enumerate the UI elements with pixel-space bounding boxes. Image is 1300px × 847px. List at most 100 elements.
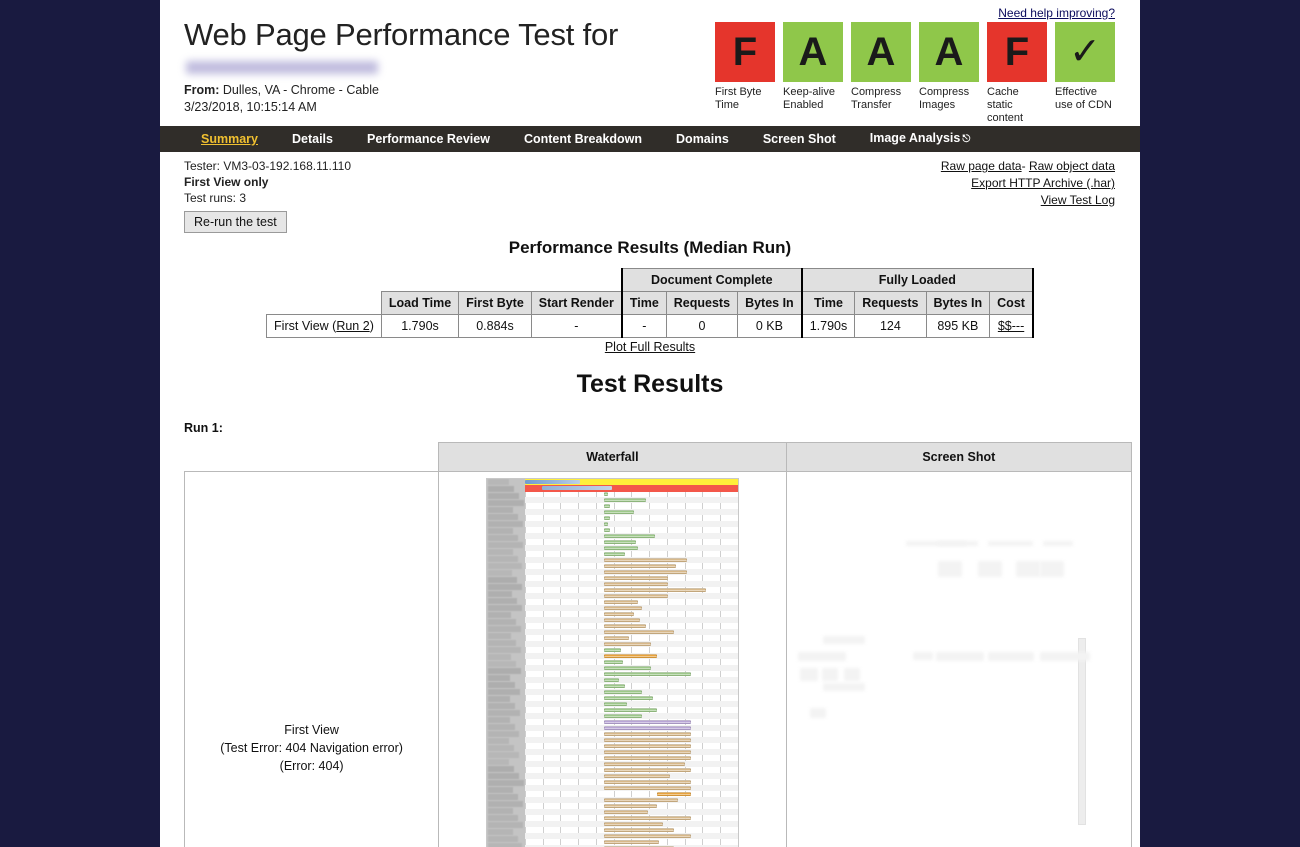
- nav-item-domains[interactable]: Domains: [659, 126, 746, 152]
- waterfall-request-label: [487, 724, 515, 731]
- waterfall-request-label: [487, 493, 519, 500]
- waterfall-chart[interactable]: [485, 478, 739, 847]
- grade-box-checkmark-icon: ✓: [1055, 22, 1115, 82]
- spacer-cell: [266, 291, 382, 315]
- view-test-log-link[interactable]: View Test Log: [1041, 193, 1115, 207]
- waterfall-request-label: [487, 745, 515, 752]
- screenshot-scrollbar[interactable]: [1078, 638, 1086, 825]
- page-screenshot-thumbnail[interactable]: [787, 473, 1130, 838]
- group-header-fully-loaded: Fully Loaded: [801, 268, 1034, 292]
- screenshot-ghost-block: [1039, 652, 1090, 661]
- run-2-link[interactable]: Run 2: [336, 319, 369, 333]
- table-column-header-row: Load Time First Byte Start Render Time R…: [266, 291, 1034, 315]
- nav-item-content-breakdown[interactable]: Content Breakdown: [507, 126, 659, 152]
- waterfall-request-label: [487, 738, 510, 745]
- table-group-header-row: Document Complete Fully Loaded: [266, 268, 1034, 292]
- performance-results-title: Performance Results (Median Run): [508, 238, 792, 257]
- waterfall-bar-js: [603, 648, 621, 652]
- waterfall-bar-js: [603, 714, 643, 718]
- waterfall-gridline: [738, 479, 739, 847]
- value-dc-time: -: [620, 314, 667, 338]
- waterfall-cell[interactable]: [438, 471, 787, 847]
- waterfall-request-label: [487, 563, 523, 570]
- waterfall-bar-css: [603, 594, 668, 598]
- col-dc-bytes-in: Bytes In: [737, 291, 803, 315]
- raw-page-data-link[interactable]: Raw page data: [941, 159, 1022, 173]
- waterfall-bar-css: [603, 828, 674, 832]
- waterfall-request-label: [487, 486, 514, 493]
- plot-full-results-link[interactable]: Plot Full Results: [605, 340, 695, 354]
- first-view-test-error: (Test Error: 404 Navigation error): [220, 741, 403, 755]
- waterfall-bar-css: [603, 636, 630, 640]
- waterfall-bar-css: [603, 570, 687, 574]
- table-row: First View (Run 2) 1.790s 0.884s - - 0 0…: [266, 314, 1034, 338]
- waterfall-bar-js: [603, 708, 657, 712]
- waterfall-request-label: [487, 542, 523, 549]
- waterfall-bar-css: [603, 588, 706, 592]
- waterfall-request-label: [487, 787, 514, 794]
- run-label: Run 1:: [184, 421, 223, 435]
- waterfall-bar-js: [603, 528, 611, 532]
- waterfall-request-label: [487, 682, 516, 689]
- waterfall-bar-css: [603, 576, 668, 580]
- export-har-link[interactable]: Export HTTP Archive (.har): [971, 176, 1115, 190]
- cost-link[interactable]: $$---: [998, 319, 1024, 333]
- header-waterfall: Waterfall: [438, 442, 787, 472]
- waterfall-request-label: [487, 528, 513, 535]
- waterfall-request-labels: [486, 479, 525, 847]
- value-fl-bytes-in: 895 KB: [925, 314, 991, 338]
- value-first-byte: 0.884s: [458, 314, 532, 338]
- redacted-url: [186, 61, 378, 74]
- table-row: First View (Test Error: 404 Navigation e…: [183, 471, 1133, 847]
- grade-box-letter: F: [987, 22, 1047, 82]
- waterfall-request-label: [487, 577, 518, 584]
- waterfall-bar-css: [603, 606, 643, 610]
- page-header: Need help improving? F First Byte Time A…: [160, 0, 1140, 126]
- page-content: Need help improving? F First Byte Time A…: [160, 0, 1140, 847]
- grade-first-byte-time[interactable]: F First Byte Time: [715, 22, 775, 125]
- group-header-document-complete: Document Complete: [620, 268, 803, 292]
- grade-compress-transfer[interactable]: A Compress Transfer: [851, 22, 911, 125]
- raw-object-data-link[interactable]: Raw object data: [1029, 159, 1115, 173]
- waterfall-bars: [524, 479, 738, 847]
- grade-compress-images[interactable]: A Compress Images: [919, 22, 979, 125]
- waterfall-bar-html: [524, 480, 581, 484]
- waterfall-bar-css: [603, 816, 692, 820]
- grade-keep-alive-enabled[interactable]: A Keep-alive Enabled: [783, 22, 843, 125]
- waterfall-request-label: [487, 696, 510, 703]
- nav-item-details[interactable]: Details: [275, 126, 350, 152]
- waterfall-bar-css: [603, 822, 664, 826]
- waterfall-bar-js: [603, 510, 634, 514]
- value-load-time: 1.790s: [380, 314, 460, 338]
- link-separator: -: [1021, 159, 1026, 173]
- grade-effective-use-of-cdn[interactable]: ✓ Effective use of CDN: [1055, 22, 1115, 125]
- col-fl-time: Time: [801, 291, 856, 315]
- value-cost: $$---: [989, 314, 1034, 338]
- rerun-test-button[interactable]: Re-run the test: [184, 211, 287, 233]
- value-fl-requests: 124: [854, 314, 927, 338]
- nav-item-performance-review[interactable]: Performance Review: [350, 126, 507, 152]
- screenshot-ghost-block: [987, 541, 1033, 546]
- nav-item-summary[interactable]: Summary: [184, 126, 275, 152]
- waterfall-bar-js: [603, 522, 608, 526]
- waterfall-request-label: [487, 843, 523, 847]
- screenshot-ghost-block: [977, 561, 1002, 577]
- waterfall-bar-css: [603, 582, 668, 586]
- screenshot-cell[interactable]: [785, 471, 1133, 847]
- screenshot-ghost-block: [987, 652, 1034, 661]
- waterfall-bar-css: [603, 732, 692, 736]
- screenshot-ghost-block: [1039, 561, 1064, 577]
- nav-item-image-analysis[interactable]: Image Analysis ⎋: [853, 125, 987, 153]
- screenshot-ghost-block: [1042, 541, 1073, 546]
- grade-cache-static-content[interactable]: F Cache static content: [987, 22, 1047, 125]
- waterfall-request-label: [487, 619, 517, 626]
- waterfall-bar-js: [603, 660, 623, 664]
- waterfall-bar-orange: [656, 792, 692, 796]
- waterfall-request-label: [487, 808, 513, 815]
- waterfall-bar-css: [603, 798, 679, 802]
- col-fl-bytes-in: Bytes In: [925, 291, 991, 315]
- waterfall-request-label: [487, 514, 519, 521]
- waterfall-request-label: [487, 612, 512, 619]
- need-help-improving-link[interactable]: Need help improving?: [998, 6, 1115, 20]
- nav-item-screen-shot[interactable]: Screen Shot: [746, 126, 853, 152]
